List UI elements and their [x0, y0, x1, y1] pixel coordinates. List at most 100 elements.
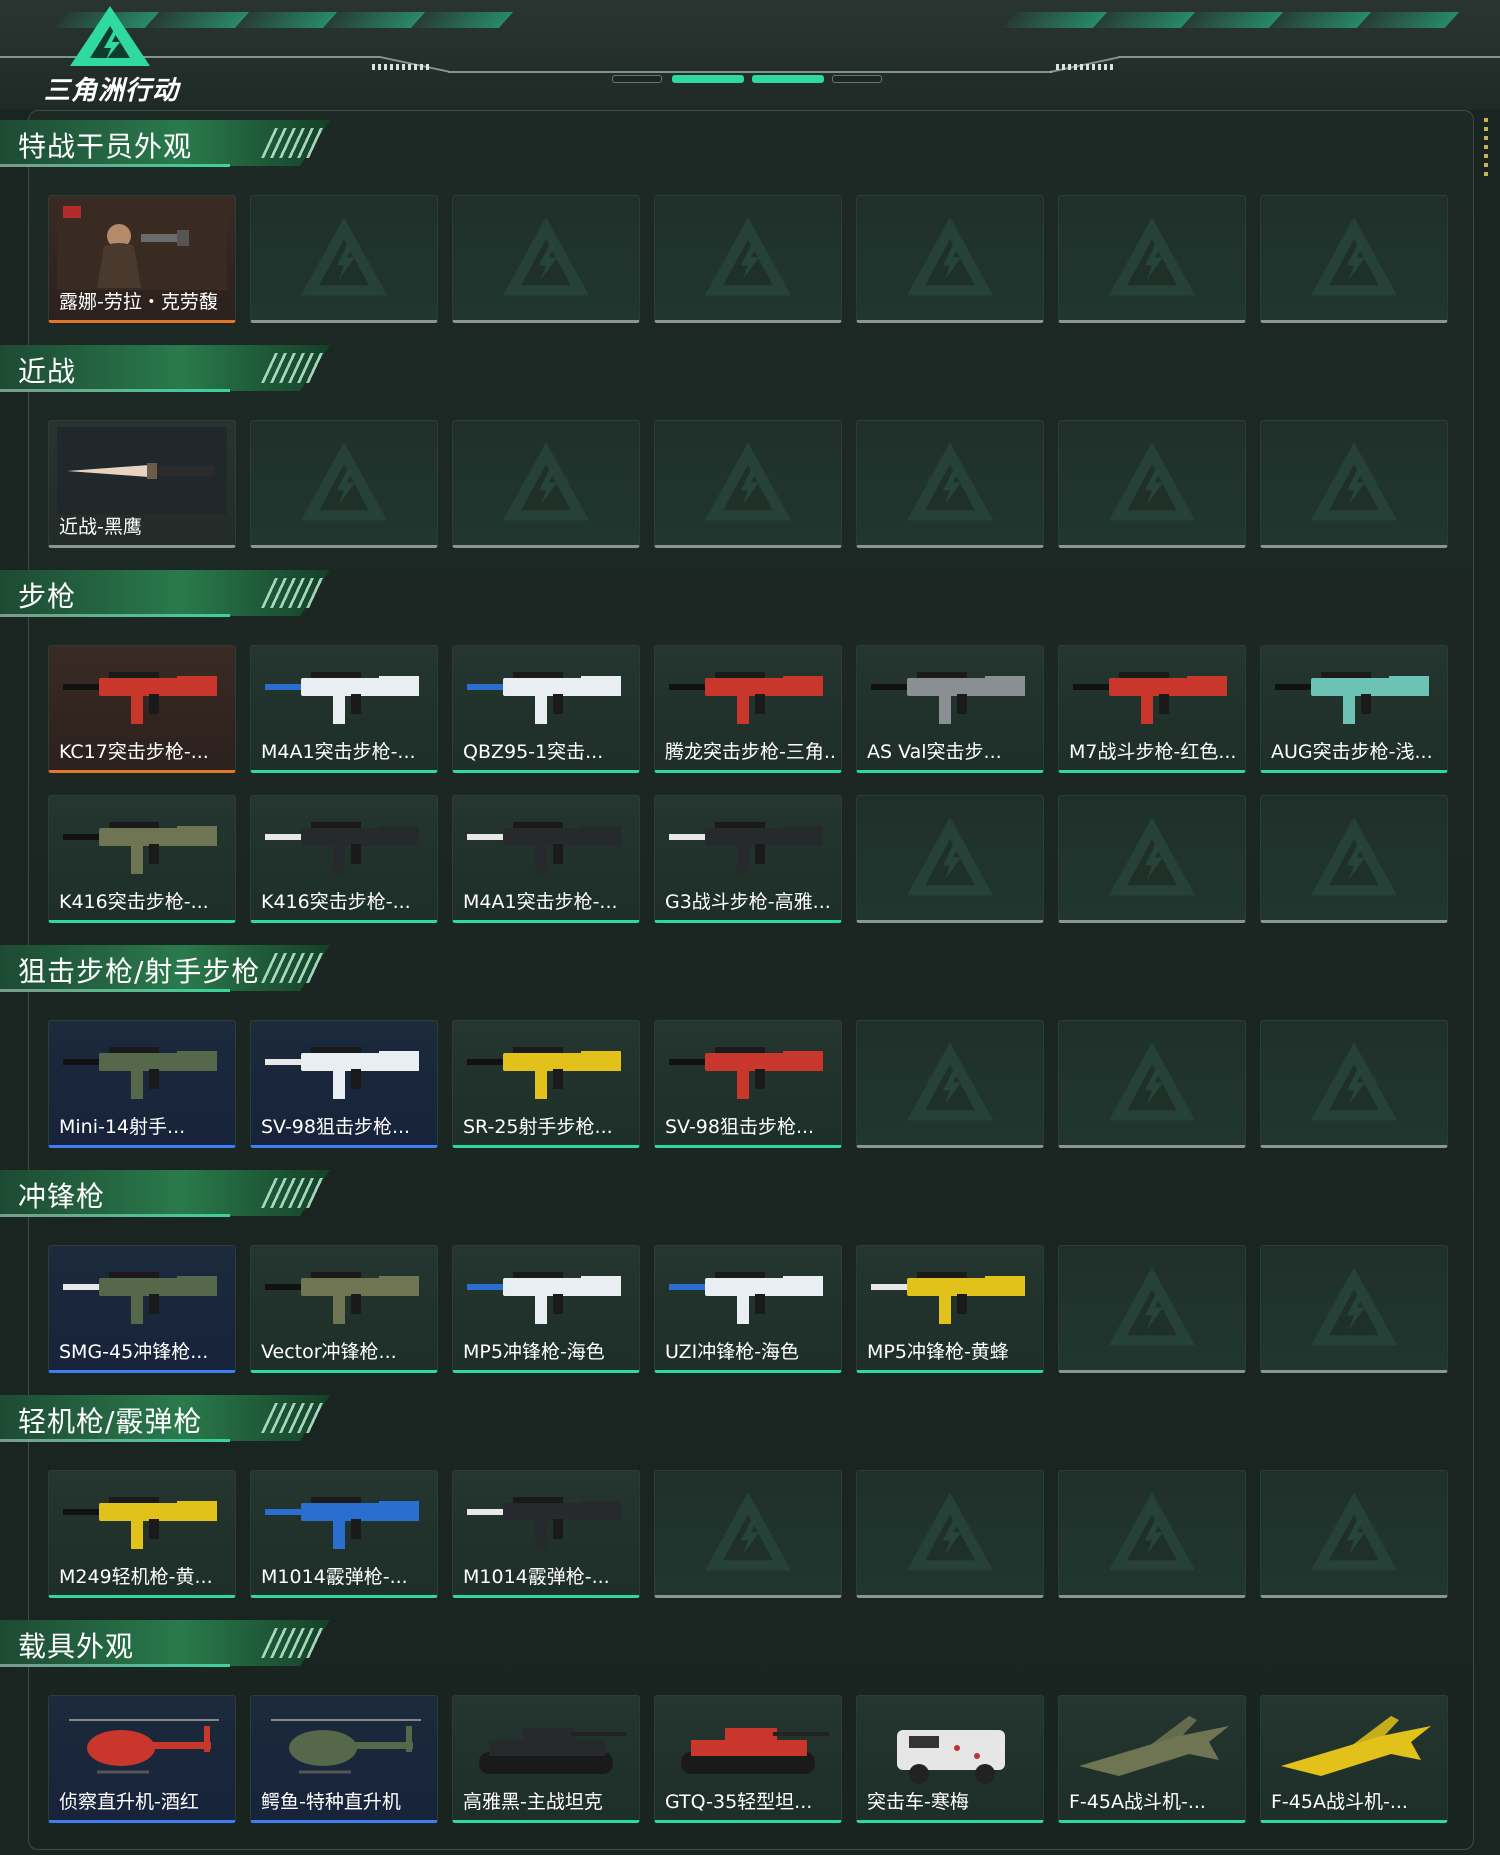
collection-item-card[interactable]: M1014霰弹枪-... — [452, 1470, 640, 1598]
collection-item-card[interactable]: 突击车-寒梅 — [856, 1695, 1044, 1823]
empty-item-slot — [452, 420, 640, 548]
collection-item-card[interactable]: SV-98狙击步枪... — [654, 1020, 842, 1148]
collection-item-card[interactable]: MP5冲锋枪-海色 — [452, 1245, 640, 1373]
delta-watermark-icon — [1109, 1267, 1195, 1346]
item-name: G3战斗步枪-高雅... — [665, 891, 831, 913]
delta-logo-icon — [70, 6, 150, 66]
delta-watermark-icon — [907, 1492, 993, 1571]
item-name: F-45A战斗机-... — [1271, 1791, 1408, 1813]
weapon-icon — [669, 672, 823, 724]
collection-item-card[interactable]: G3战斗步枪-高雅... — [654, 795, 842, 923]
collection-item-card[interactable]: GTQ-35轻型坦... — [654, 1695, 842, 1823]
section-title: 步枪 — [18, 580, 77, 613]
fighter-jet-icon — [1281, 1716, 1431, 1776]
collection-item-card[interactable]: 腾龙突击步枪-三角... — [654, 645, 842, 773]
delta-watermark-icon — [301, 442, 387, 521]
collection-item-card[interactable]: F-45A战斗机-... — [1058, 1695, 1246, 1823]
collection-item-card[interactable]: K416突击步枪-... — [48, 795, 236, 923]
collection-item-card[interactable]: F-45A战斗机-... — [1260, 1695, 1448, 1823]
item-name: K416突击步枪-... — [59, 891, 209, 913]
collection-item-card[interactable]: SR-25射手步枪... — [452, 1020, 640, 1148]
section-header: 轻机枪/霰弹枪 — [0, 1395, 330, 1442]
empty-item-slot — [856, 1470, 1044, 1598]
collection-item-card[interactable]: 露娜-劳拉・克劳馥 — [48, 195, 236, 323]
section-title: 狙击步枪/射手步枪 — [18, 955, 261, 988]
header-ticks — [372, 64, 432, 70]
weapon-icon — [871, 1272, 1025, 1324]
helicopter-icon — [69, 1719, 219, 1774]
collection-item-card[interactable]: 鳄鱼-特种直升机 — [250, 1695, 438, 1823]
collection-item-card[interactable]: M4A1突击步枪-... — [452, 795, 640, 923]
delta-watermark-icon — [907, 217, 993, 296]
delta-watermark-icon — [1109, 217, 1195, 296]
weapon-icon — [871, 672, 1025, 724]
empty-item-slot — [856, 195, 1044, 323]
collection-item-card[interactable]: 高雅黑-主战坦克 — [452, 1695, 640, 1823]
collection-item-card[interactable]: AUG突击步枪-浅... — [1260, 645, 1448, 773]
weapon-icon — [63, 822, 217, 874]
empty-item-slot — [1260, 1020, 1448, 1148]
collection-item-card[interactable]: K416突击步枪-... — [250, 795, 438, 923]
empty-item-slot — [1260, 1245, 1448, 1373]
knife-icon — [57, 427, 227, 515]
header-line — [1118, 56, 1500, 58]
collection-item-card[interactable]: Mini-14射手... — [48, 1020, 236, 1148]
header-ticks — [1056, 64, 1116, 70]
item-name: SMG-45冲锋枪... — [59, 1341, 209, 1363]
fighter-jet-icon — [1079, 1716, 1229, 1776]
weapon-icon — [1275, 672, 1429, 724]
weapon-icon — [265, 1497, 419, 1549]
item-name: Mini-14射手... — [59, 1116, 186, 1138]
operator-portrait-icon — [57, 202, 227, 290]
empty-item-slot — [856, 795, 1044, 923]
weapon-icon — [669, 1272, 823, 1324]
item-name: 近战-黑鹰 — [59, 516, 142, 538]
section-header: 冲锋枪 — [0, 1170, 330, 1217]
item-name: GTQ-35轻型坦... — [665, 1791, 813, 1813]
delta-watermark-icon — [1109, 1042, 1195, 1121]
delta-watermark-icon — [907, 817, 993, 896]
delta-watermark-icon — [705, 442, 791, 521]
item-name: AUG突击步枪-浅... — [1271, 741, 1433, 763]
item-name: M249轻机枪-黄... — [59, 1566, 213, 1588]
scrollbar-indicator[interactable] — [1484, 118, 1488, 178]
collection-item-card[interactable]: M1014霰弹枪-... — [250, 1470, 438, 1598]
collection-item-card[interactable]: SV-98狙击步枪... — [250, 1020, 438, 1148]
tank-icon — [681, 1728, 829, 1774]
delta-watermark-icon — [705, 217, 791, 296]
weapon-icon — [467, 1047, 621, 1099]
collection-item-card[interactable]: KC17突击步枪-... — [48, 645, 236, 773]
collection-item-card[interactable]: MP5冲锋枪-黄蜂 — [856, 1245, 1044, 1373]
delta-watermark-icon — [503, 217, 589, 296]
collection-item-card[interactable]: M4A1突击步枪-... — [250, 645, 438, 773]
section-header: 狙击步枪/射手步枪 — [0, 945, 330, 992]
item-name: MP5冲锋枪-海色 — [463, 1341, 605, 1363]
delta-watermark-icon — [1109, 817, 1195, 896]
delta-watermark-icon — [907, 1042, 993, 1121]
delta-watermark-icon — [1109, 442, 1195, 521]
section-title: 特战干员外观 — [18, 130, 193, 163]
weapon-icon — [265, 822, 419, 874]
item-name: M7战斗步枪-红色... — [1069, 741, 1237, 763]
empty-item-slot — [1058, 1470, 1246, 1598]
collection-item-card[interactable]: 近战-黑鹰 — [48, 420, 236, 548]
item-name: 高雅黑-主战坦克 — [463, 1791, 603, 1813]
item-name: SV-98狙击步枪... — [261, 1116, 411, 1138]
section-title: 轻机枪/霰弹枪 — [18, 1405, 203, 1438]
weapon-icon — [467, 1272, 621, 1324]
item-name: UZI冲锋枪-海色 — [665, 1341, 800, 1363]
header-indicator-active — [672, 75, 744, 83]
collection-item-card[interactable]: AS Val突击步... — [856, 645, 1044, 773]
section-header: 近战 — [0, 345, 330, 392]
empty-item-slot — [1260, 1470, 1448, 1598]
collection-item-card[interactable]: Vector冲锋枪... — [250, 1245, 438, 1373]
collection-item-card[interactable]: M249轻机枪-黄... — [48, 1470, 236, 1598]
collection-item-card[interactable]: UZI冲锋枪-海色 — [654, 1245, 842, 1373]
item-name: Vector冲锋枪... — [261, 1341, 397, 1363]
collection-item-card[interactable]: SMG-45冲锋枪... — [48, 1245, 236, 1373]
collection-item-card[interactable]: QBZ95-1突击... — [452, 645, 640, 773]
collection-item-card[interactable]: M7战斗步枪-红色... — [1058, 645, 1246, 773]
empty-item-slot — [1058, 1245, 1246, 1373]
collection-item-card[interactable]: 侦察直升机-酒红 — [48, 1695, 236, 1823]
empty-item-slot — [1058, 795, 1246, 923]
